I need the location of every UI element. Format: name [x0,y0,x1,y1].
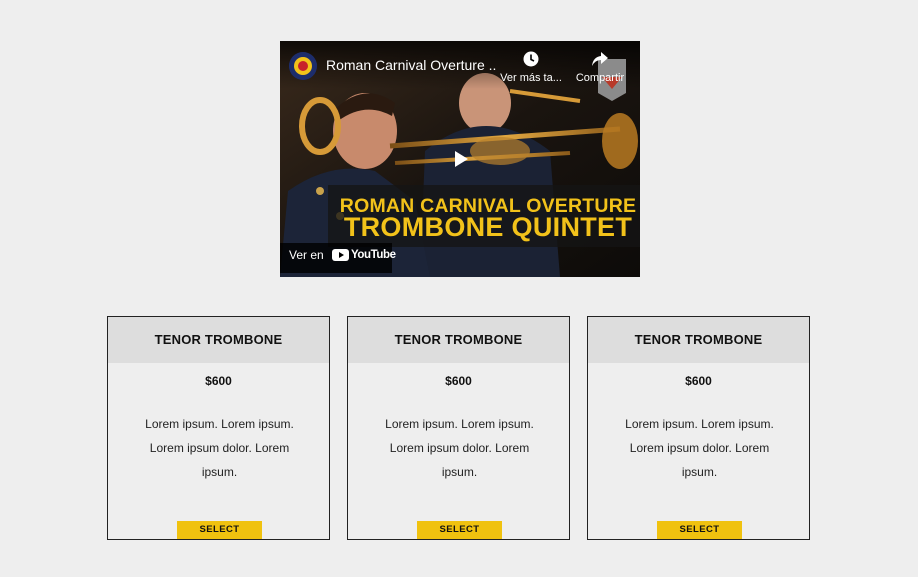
select-button[interactable]: SELECT [657,521,742,539]
product-card: TENOR TROMBONE $600 Lorem ipsum. Lorem i… [107,316,330,540]
product-card: TENOR TROMBONE $600 Lorem ipsum. Lorem i… [347,316,570,540]
watch-later-button[interactable]: Ver más ta... [498,51,564,84]
share-arrow-icon [592,52,608,66]
clock-icon [523,51,539,67]
select-button[interactable]: SELECT [417,521,502,539]
youtube-wordmark: YouTube [351,249,396,261]
product-description: Lorem ipsum. Lorem ipsum. Lorem ipsum do… [625,417,774,479]
youtube-video-embed[interactable]: Roman Carnival Overture ... Ver más ta..… [280,41,640,277]
product-price: $600 [685,374,712,388]
product-description: Lorem ipsum. Lorem ipsum. Lorem ipsum do… [145,417,294,479]
product-card: TENOR TROMBONE $600 Lorem ipsum. Lorem i… [587,316,810,540]
share-button[interactable]: Compartir [570,51,630,84]
select-button[interactable]: SELECT [177,521,262,539]
product-name: TENOR TROMBONE [588,317,809,363]
channel-logo-icon[interactable] [289,52,317,80]
video-title[interactable]: Roman Carnival Overture ... [326,57,496,73]
share-label: Compartir [575,72,625,84]
product-name: TENOR TROMBONE [108,317,329,363]
play-icon[interactable] [447,146,473,172]
product-name: TENOR TROMBONE [348,317,569,363]
watch-on-label: Ver en [289,248,324,262]
product-price: $600 [205,374,232,388]
product-price: $600 [445,374,472,388]
product-description: Lorem ipsum. Lorem ipsum. Lorem ipsum do… [385,417,534,479]
headline-line-2: TROMBONE QUINTET [343,212,633,242]
watch-later-label: Ver más ta... [500,72,562,84]
